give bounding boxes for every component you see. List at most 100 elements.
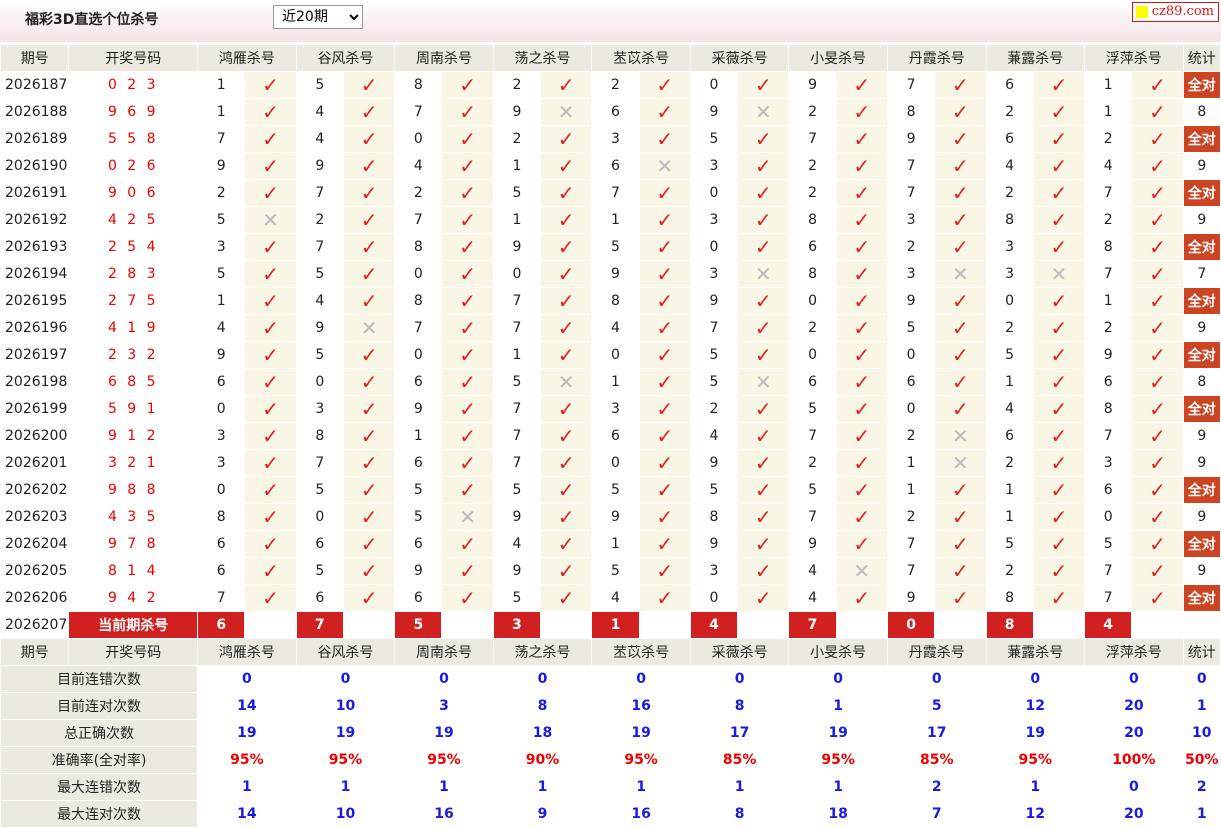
kill-number: 7 (788, 125, 837, 153)
table-row: 2026204 9 7 8 6 ✓ 6 ✓ 6 ✓ 4 ✓ 1 ✓ 9 ✓ 9 ✓ 7 ✓ 5 ✓ 5 ✓ 全对 (0, 530, 1221, 558)
kill-number: 6 (985, 422, 1034, 450)
issue-number: 2026190 (0, 152, 70, 180)
kill-number: 5 (295, 557, 344, 585)
result-cell: ✕ (934, 422, 987, 450)
check-icon: ✓ (853, 504, 871, 529)
check-icon: ✓ (656, 99, 674, 124)
result-cell: ✓ (934, 206, 987, 234)
stat-cell: 全对 (1182, 71, 1221, 99)
check-icon: ✓ (1149, 423, 1166, 448)
kill-number: 8 (886, 98, 936, 126)
check-icon: ✓ (1149, 315, 1166, 340)
check-icon: ✓ (360, 99, 378, 124)
draw-number: 4 3 5 (68, 503, 199, 531)
period-select[interactable]: 近20期 (273, 5, 363, 29)
stats-value: 90% (492, 746, 593, 774)
kill-number: 4 (985, 152, 1034, 180)
result-cell: ✓ (638, 503, 691, 531)
result-cell: ✓ (244, 503, 297, 531)
stats-value: 16 (591, 800, 691, 828)
kill-number: 6 (985, 125, 1034, 153)
check-icon: ✓ (459, 315, 476, 340)
stats-value: 16 (394, 800, 494, 828)
kill-number: 3 (689, 152, 739, 180)
check-icon: ✓ (557, 396, 575, 421)
issue-number: 2026202 (0, 476, 70, 504)
result-cell: ✓ (1032, 422, 1086, 450)
check-icon: ✓ (1149, 585, 1166, 610)
page-title: 福彩3D直选个位杀号 (25, 12, 159, 28)
header-expert: 苤苡杀号 (591, 638, 691, 666)
cross-icon: ✕ (754, 99, 772, 124)
result-cell: ✓ (737, 179, 790, 207)
kill-number: 3 (886, 260, 936, 288)
check-icon: ✓ (262, 342, 279, 367)
check-icon: ✓ (557, 153, 575, 178)
check-icon: ✓ (1050, 585, 1068, 610)
stats-total: 0 (1182, 665, 1221, 693)
result-cell: ✓ (441, 422, 494, 450)
kill-number: 2 (295, 206, 344, 234)
stats-label: 最大连错次数 (0, 773, 199, 801)
check-icon: ✓ (951, 396, 969, 421)
kill-number: 6 (394, 368, 443, 396)
draw-number: 0 2 3 (68, 71, 199, 99)
check-icon: ✓ (951, 531, 969, 556)
kill-number: 4 (295, 287, 344, 315)
cross-icon: ✕ (754, 261, 772, 286)
draw-number: 2 7 5 (68, 287, 199, 315)
result-cell: ✓ (934, 503, 987, 531)
all-correct-badge: 全对 (1187, 402, 1216, 418)
draw-number: 4 1 9 (68, 314, 199, 342)
kill-number: 7 (492, 422, 542, 450)
check-icon: ✓ (459, 558, 476, 583)
result-cell: ✓ (1131, 314, 1184, 342)
result-cell: ✕ (441, 503, 494, 531)
cross-icon: ✕ (262, 207, 279, 232)
kill-number: 5 (788, 395, 837, 423)
kill-number: 2 (788, 152, 837, 180)
all-correct-badge: 全对 (1187, 591, 1216, 607)
stats-value: 95% (591, 746, 691, 774)
check-icon: ✓ (656, 72, 674, 97)
stats-row: 准确率(全对率) 95% 95% 95% 90% 95% 85% 95% 85% 95% 100% 5… (0, 746, 1221, 774)
issue-number: 2026206 (0, 584, 70, 612)
check-icon: ✓ (360, 72, 378, 97)
site-badge[interactable]: cz89.com (1131, 2, 1219, 22)
result-cell: ✓ (540, 71, 593, 99)
check-icon: ✓ (262, 369, 279, 394)
stats-value: 19 (591, 719, 691, 747)
kill-number: 2 (1084, 314, 1133, 342)
kill-number: 2 (1084, 125, 1133, 153)
result-cell: ✓ (1131, 557, 1184, 585)
stat-cell: 9 (1182, 449, 1221, 477)
check-icon: ✓ (853, 315, 871, 340)
result-cell: ✓ (835, 260, 888, 288)
kill-number: 0 (689, 233, 739, 261)
check-icon: ✓ (360, 450, 378, 475)
check-icon: ✓ (262, 531, 279, 556)
check-icon: ✓ (459, 531, 476, 556)
check-icon: ✓ (557, 342, 575, 367)
kill-number: 5 (492, 584, 542, 612)
check-icon: ✓ (557, 504, 575, 529)
check-icon: ✓ (656, 369, 674, 394)
current-kill-number: 1 (591, 611, 640, 639)
issue-number: 2026198 (0, 368, 70, 396)
result-cell: ✓ (342, 557, 396, 585)
stats-value: 85% (689, 746, 790, 774)
check-icon: ✓ (262, 180, 279, 205)
stat-cell: 9 (1182, 422, 1221, 450)
check-icon: ✓ (656, 207, 674, 232)
stats-value: 19 (394, 719, 494, 747)
kill-number: 3 (985, 260, 1034, 288)
result-cell: ✓ (638, 422, 691, 450)
kill-number: 2 (985, 98, 1034, 126)
check-icon: ✓ (459, 585, 476, 610)
kill-number: 4 (591, 314, 640, 342)
check-icon: ✓ (459, 207, 476, 232)
check-icon: ✓ (459, 72, 476, 97)
result-cell: ✓ (1032, 125, 1086, 153)
check-icon: ✓ (951, 99, 969, 124)
result-cell: ✓ (1131, 449, 1184, 477)
